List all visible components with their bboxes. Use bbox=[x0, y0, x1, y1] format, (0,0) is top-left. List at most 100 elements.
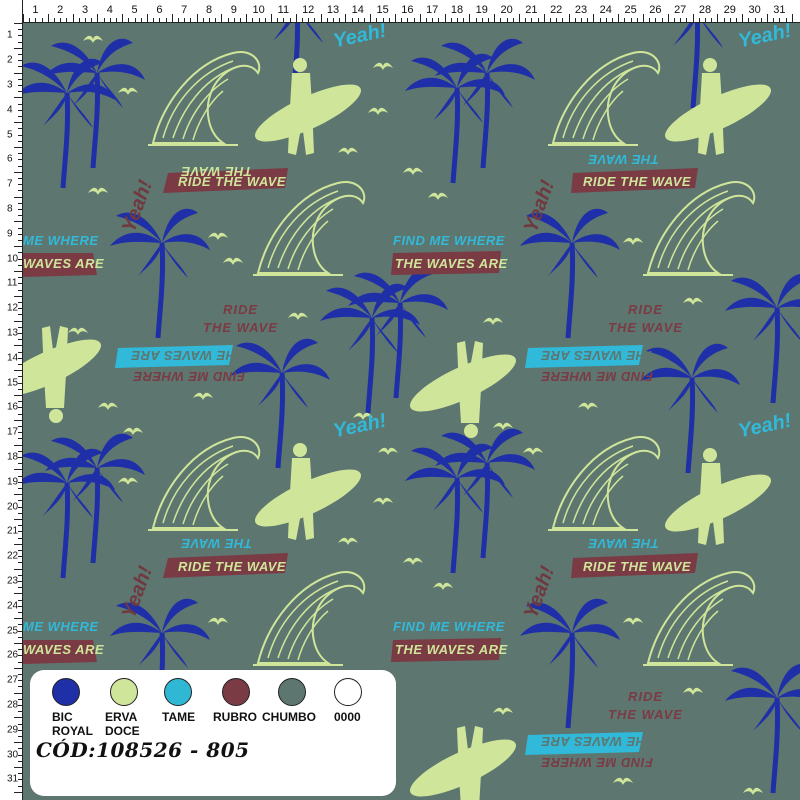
swatch-label: ERVA DOCE bbox=[105, 710, 140, 738]
ruler-tick bbox=[14, 320, 22, 322]
ruler-tick bbox=[14, 767, 22, 768]
ruler-top-number: 16 bbox=[401, 4, 414, 16]
seagull-icon bbox=[433, 582, 453, 590]
ruler-tick bbox=[18, 432, 22, 434]
ruler-tick bbox=[18, 165, 22, 167]
ruler-top-number: 25 bbox=[624, 4, 637, 16]
ruler-tick bbox=[791, 14, 793, 22]
ruler-top-number: 11 bbox=[277, 4, 290, 16]
seagull-icon bbox=[743, 787, 763, 795]
ruler-left-number: 29 bbox=[7, 724, 19, 736]
ruler-left-number: 10 bbox=[7, 253, 19, 265]
ruler-tick bbox=[14, 23, 22, 24]
ruler-tick bbox=[18, 351, 22, 353]
ruler-left-number: 21 bbox=[7, 525, 19, 537]
the-waves-are-banner: THE WAVES ARE bbox=[395, 642, 508, 657]
ruler-tick bbox=[18, 103, 22, 105]
ruler-tick bbox=[18, 587, 22, 589]
ruler-tick bbox=[14, 667, 22, 669]
ruler-tick bbox=[643, 14, 644, 22]
seagull-icon bbox=[623, 617, 643, 625]
surfer-icon bbox=[658, 58, 778, 155]
ruler-top-number: 1 bbox=[32, 4, 39, 16]
ruler-tick bbox=[18, 686, 22, 688]
ruler-tick bbox=[630, 18, 632, 22]
ruler-tick bbox=[395, 14, 396, 22]
seagull-icon bbox=[118, 87, 138, 95]
ruler-tick bbox=[18, 599, 22, 601]
ruler-tick bbox=[18, 674, 22, 675]
ruler-tick bbox=[14, 494, 22, 496]
ruler-top-number: 4 bbox=[106, 4, 113, 16]
ruler-tick bbox=[18, 184, 22, 186]
seagull-icon bbox=[493, 707, 513, 715]
the-wave-upside-down: THE WAVE bbox=[588, 152, 659, 167]
ruler-tick bbox=[457, 18, 458, 22]
seagull-icon bbox=[373, 497, 393, 505]
ruler-tick bbox=[18, 574, 22, 576]
ruler-tick bbox=[531, 18, 533, 22]
ruler-tick bbox=[302, 18, 303, 22]
ruler-tick bbox=[419, 14, 421, 22]
ruler-tick bbox=[283, 18, 285, 22]
ruler-tick bbox=[14, 370, 22, 372]
ruler-tick bbox=[18, 556, 22, 558]
ruler-tick bbox=[18, 624, 22, 626]
ruler-tick bbox=[18, 537, 22, 539]
ruler-tick bbox=[18, 314, 22, 316]
ruler-tick bbox=[612, 18, 613, 22]
ruler-tick bbox=[680, 18, 682, 22]
ruler-tick bbox=[705, 18, 706, 22]
ruler-tick bbox=[18, 134, 22, 136]
ruler-tick bbox=[18, 116, 22, 117]
ruler-tick bbox=[413, 18, 415, 22]
ruler-tick bbox=[550, 18, 551, 22]
ruler-tick bbox=[233, 18, 235, 22]
ruler-tick bbox=[289, 18, 291, 22]
seagull-icon bbox=[378, 447, 398, 455]
ruler-tick bbox=[18, 85, 22, 86]
ruler-tick bbox=[382, 18, 384, 22]
ruler-tick bbox=[475, 18, 477, 22]
ruler-tick bbox=[18, 630, 22, 632]
ruler-tick bbox=[271, 14, 272, 22]
ruler-tick bbox=[41, 18, 43, 22]
ride-line-2: THE WAVE bbox=[608, 320, 683, 335]
ruler-tick bbox=[18, 512, 22, 514]
ruler-top-number: 12 bbox=[302, 4, 315, 16]
ruler-tick bbox=[14, 543, 22, 545]
ruler-tick bbox=[450, 18, 452, 22]
ruler-tick bbox=[18, 209, 22, 210]
ruler-tick bbox=[18, 388, 22, 390]
ruler-tick bbox=[18, 326, 22, 328]
seagull-icon bbox=[83, 35, 103, 43]
ruler-left-number: 23 bbox=[7, 575, 19, 587]
ruler-tick bbox=[599, 18, 601, 22]
ruler-tick bbox=[97, 14, 99, 22]
ruler-left-number: 13 bbox=[7, 327, 19, 339]
ruler-tick bbox=[18, 41, 22, 43]
waves-are-banner: WAVES ARE bbox=[23, 256, 105, 271]
surfer-icon bbox=[403, 341, 523, 438]
ruler-tick bbox=[140, 18, 142, 22]
ruler-left-number: 22 bbox=[7, 550, 19, 562]
ruler-tick bbox=[698, 18, 700, 22]
ruler-tick bbox=[18, 357, 22, 359]
ruler-tick bbox=[18, 705, 22, 706]
ruler-tick bbox=[556, 18, 558, 22]
ruler-tick bbox=[18, 283, 22, 285]
color-legend: BIC ROYAL ERVA DOCE TAME RUBRO CHUMBO 00… bbox=[30, 670, 396, 796]
ruler-tick bbox=[711, 18, 713, 22]
ruler-tick bbox=[18, 364, 22, 365]
ruler-tick bbox=[736, 18, 737, 22]
ruler-tick bbox=[14, 593, 22, 595]
ruler-tick bbox=[742, 14, 744, 22]
ruler-tick bbox=[748, 18, 750, 22]
ruler-tick bbox=[18, 289, 22, 291]
ruler-tick bbox=[320, 14, 322, 22]
ruler-top-number: 13 bbox=[326, 4, 340, 16]
ruler-tick bbox=[18, 661, 22, 663]
ruler-tick bbox=[18, 698, 22, 700]
ruler-top-number: 14 bbox=[351, 4, 364, 16]
ruler-tick bbox=[481, 18, 483, 22]
